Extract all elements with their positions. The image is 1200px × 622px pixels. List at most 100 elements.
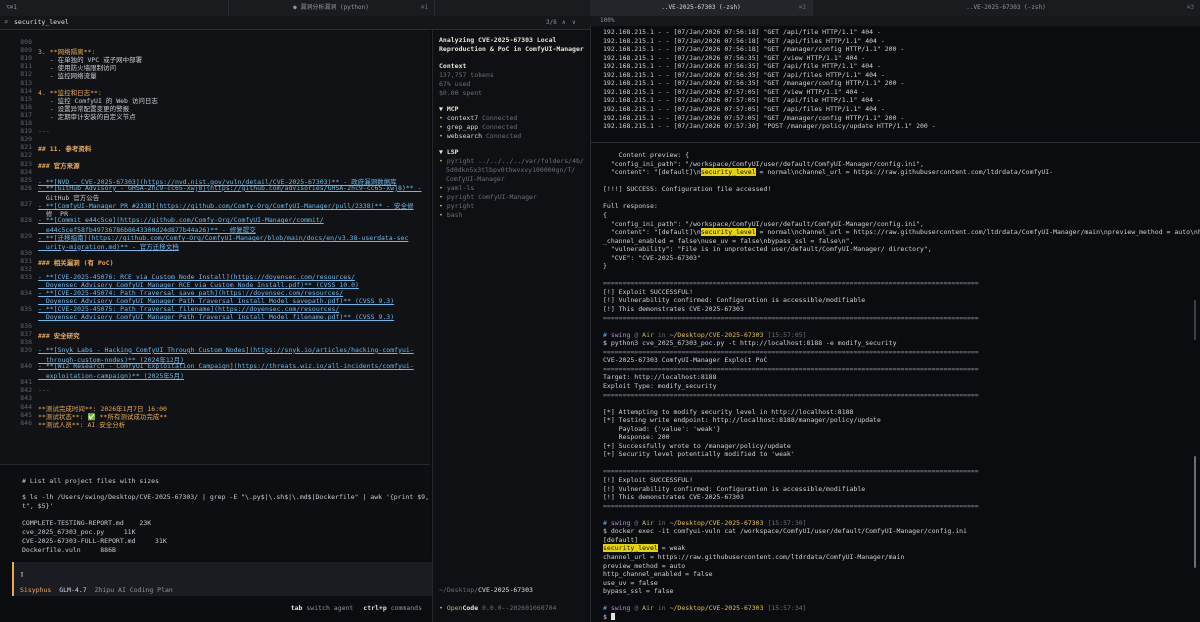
tab-bar: ⌥⌘1 ● 漏洞分析漏洞 (python) ⌘1 ..VE-2025-67303… [0, 0, 1200, 17]
line-number: 817 [20, 110, 32, 119]
terminal-cursor [610, 613, 615, 621]
search-input[interactable]: ⌕ security_level [4, 18, 544, 27]
line-number: 838 [20, 337, 32, 346]
access-log-line: 192.168.215.1 - - [07/Jan/2026 07:57:30]… [603, 122, 936, 131]
access-log-line: 192.168.215.1 - - [07/Jan/2026 07:57:05]… [603, 113, 905, 122]
markdown-editor[interactable]: 808 809 3. **网络隔离**: 810 - 在单独的 VPC 或子网中部署 8… [0, 30, 430, 464]
pane-divider[interactable] [590, 142, 1200, 143]
shell-prompt: # swing @ Air in ~/Desktop/CVE-2025-6730… [603, 518, 807, 527]
search-query: security_level [14, 18, 69, 26]
tab-shortcut: ⌘1 [420, 4, 428, 11]
line-number: 823 [20, 159, 32, 168]
search-highlight: security_level [603, 544, 658, 553]
mcp-heading: ▼ MCP [439, 105, 459, 113]
match-count: 3/6 [546, 19, 557, 26]
editor-line: - **[Wiz Research - ComfyUI Exploitation… [38, 362, 414, 370]
chat-input[interactable]: ▯ Sisyphus GLM-4.7 Zhipu AI Coding Plan [12, 562, 432, 596]
ini-line: preview_method = auto [603, 561, 686, 570]
shell-command: $ python3 cve_2025_67303_poc.py -t http:… [603, 339, 897, 348]
mcp-item: • grep_app Connected [439, 123, 518, 131]
editor-line: ## 11. 参考资料 [38, 145, 92, 154]
app-version: • OpenCode 0.0.0--202601060704 [439, 604, 557, 612]
line-number: 809 [20, 46, 32, 55]
access-log-line: 192.168.215.1 - - [07/Jan/2026 07:57:05]… [603, 87, 866, 96]
line-number: 841 [20, 378, 32, 387]
model-name: GLM-4.7 [59, 586, 87, 594]
lsp-item: • pyright ComfyUI-Manager [439, 193, 537, 201]
tab-shortcut: ⌘3 [1186, 4, 1194, 11]
json-line: "vulnerability": "File is in unprotected… [603, 245, 932, 254]
line-number: 836 [20, 321, 32, 330]
editor-line: **测试人员**: AI 安全分析 [38, 420, 126, 429]
tab-label: ..VE-2025-67303 (-zsh) [661, 4, 741, 11]
scrollbar-thumb[interactable] [1194, 456, 1196, 568]
keyboard-hints: tab switch agent ctrl+p commands [0, 600, 430, 622]
line-number: 811 [20, 62, 32, 71]
token-count: 137,757 tokens [439, 71, 494, 79]
tab-2[interactable]: ● 漏洞分析漏洞 (python) ⌘1 [228, 0, 435, 16]
editor-line: ### 相关漏洞 (有 PoC) [38, 258, 114, 267]
exploit-step: [+] Security level potentially modified … [603, 450, 795, 459]
lsp-item: • pyright ../../../../var/folders/4b/ [439, 157, 584, 165]
line-number: 835 [20, 305, 32, 314]
line-number: 846 [20, 418, 32, 427]
context-heading: Context [439, 62, 467, 70]
shell-command: $ docker exec -it comfyui-vuln cat /work… [603, 527, 967, 536]
rule-line: ========================================… [603, 467, 979, 476]
tab-label: ● 漏洞分析漏洞 (python) [293, 4, 369, 11]
line-number: 825 [20, 175, 32, 184]
editor-line: - **[Snyk Labs - Hacking ComfyUI Through… [38, 345, 414, 354]
line-number: 827 [20, 200, 32, 208]
next-match-icon[interactable]: ∨ [572, 18, 576, 27]
content-preview-heading: Content preview: { [603, 151, 690, 160]
lsp-heading: ▼ LSP [439, 148, 459, 156]
tab-label: ⌥⌘1 [6, 4, 17, 11]
editor-line: Doyensec_Advisory_ComfyUI_Manager_Path_T… [38, 297, 395, 306]
editor-line: --- [38, 386, 50, 395]
file-row: Dockerfile.vuln 886B [22, 546, 116, 554]
cost-spent: $0.00 spent [439, 89, 483, 97]
mcp-item: • websearch Connected [439, 132, 522, 140]
json-brace: { [603, 210, 607, 219]
hint-key: tab [290, 604, 303, 612]
access-log-line: 192.168.215.1 - - [07/Jan/2026 07:56:18]… [603, 36, 885, 45]
line-number: 834 [20, 289, 32, 298]
editor-line: ### 官方来源 [38, 161, 80, 170]
session-sidebar: Analyzing CVE-2025-67303 Local Reproduct… [432, 30, 589, 622]
file-row: CVE-2025-67303-FULL-REPORT.md 31K [22, 537, 167, 545]
find-bar: ⌕ security_level 3/6 ∧ ∨ [0, 16, 590, 30]
line-number: 821 [20, 143, 32, 152]
line-number: 824 [20, 167, 32, 176]
editor-line: - **[CVE-2025-45076: RCE via Custom Node… [38, 272, 355, 281]
line-number: 837 [20, 329, 32, 338]
line-number: 828 [20, 216, 32, 225]
working-dir: ~/Desktop/CVE-2025-67303 [439, 586, 533, 594]
lsp-item: • yaml-ls [439, 184, 475, 192]
tab-3[interactable]: ..VE-2025-67303 (-zsh) ⌘2 [590, 0, 813, 16]
line-number: 812 [20, 70, 32, 79]
session-title: Analyzing CVE-2025-67303 Local [439, 36, 557, 44]
shell-command-wrap: t", $5}' [22, 502, 54, 510]
access-log-line: 192.168.215.1 - - [07/Jan/2026 07:56:35]… [603, 70, 885, 79]
exploit-line: [!] Vulnerability confirmed: Configurati… [603, 484, 866, 493]
tab-4[interactable]: ..VE-2025-67303 (-zsh) ⌘3 [812, 0, 1200, 16]
line-number: 830 [20, 248, 32, 257]
prev-match-icon[interactable]: ∧ [562, 18, 566, 27]
search-icon: ⌕ [4, 18, 9, 26]
line-number: 816 [20, 102, 32, 111]
agent-info: Sisyphus GLM-4.7 Zhipu AI Coding Plan [20, 586, 173, 594]
json-line: "content": "[default]\nsecurity_level = … [603, 228, 1200, 237]
json-line: "config_ini_path": "/workspace/ComfyUI/u… [603, 219, 924, 228]
line-number: 832 [20, 264, 32, 273]
ini-line: bypass_ssl = false [603, 587, 674, 596]
tab-1[interactable]: ⌥⌘1 [0, 0, 229, 16]
editor-line: urity-migration.md)** - 官方迁移文档 [38, 242, 179, 251]
terminal-pane[interactable]: 192.168.215.1 - - [07/Jan/2026 07:56:18]… [590, 16, 1200, 622]
lsp-item-wrap: 5d0dkn5x3tlbpv0thwvxvy100000gn/T/ [446, 166, 576, 174]
shell-prompt: # swing @ Air in ~/Desktop/CVE-2025-6730… [603, 604, 807, 613]
editor-line: --- [38, 127, 50, 136]
line-number: 810 [20, 54, 32, 63]
scrollbar-track[interactable] [1194, 300, 1196, 340]
exploit-line: [!] This demonstrates CVE-2025-67303 [603, 493, 744, 502]
file-row: cve_2025_67303_poc.py 11K [22, 528, 136, 536]
